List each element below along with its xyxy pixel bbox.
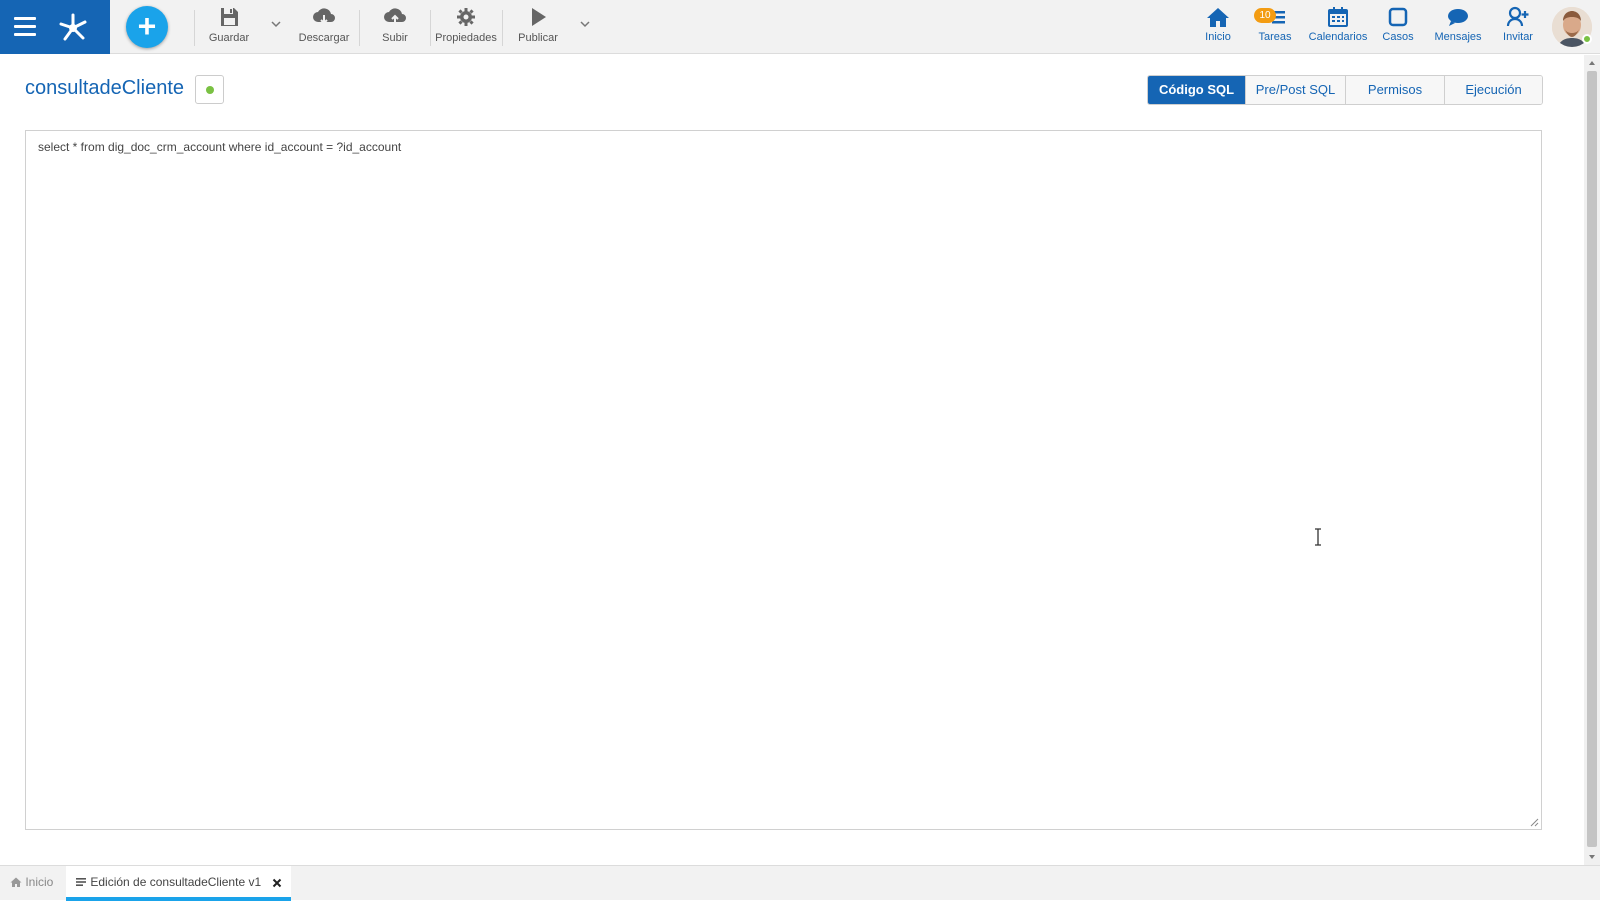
scroll-up-arrow-icon[interactable]	[1588, 59, 1596, 67]
sql-code-text[interactable]: select * from dig_doc_crm_account where …	[38, 140, 401, 154]
brand-area	[0, 0, 110, 54]
nav-invite[interactable]: Invitar	[1500, 6, 1536, 48]
chat-bubble-icon	[1448, 9, 1468, 26]
nav-messages[interactable]: Mensajes	[1432, 6, 1484, 48]
vertical-scrollbar[interactable]	[1584, 55, 1600, 865]
publish-label: Publicar	[518, 32, 558, 44]
nav-home-label: Inicio	[1205, 31, 1231, 43]
chevron-down-icon[interactable]	[579, 18, 591, 30]
toolbar-separator	[430, 10, 431, 46]
download-button[interactable]: Descargar	[298, 6, 350, 48]
home-icon	[1207, 8, 1229, 27]
toolbar-separator	[359, 10, 360, 46]
save-button[interactable]: Guardar	[206, 6, 252, 48]
publish-button[interactable]: Publicar	[516, 6, 560, 48]
resize-handle-icon[interactable]	[1529, 817, 1539, 827]
nav-tasks[interactable]: 10 Tareas	[1254, 6, 1296, 48]
editor-tabs: Código SQL Pre/Post SQL Permisos Ejecuci…	[1147, 75, 1543, 105]
nav-messages-label: Mensajes	[1434, 31, 1482, 43]
bottom-tab-home[interactable]: Inicio	[10, 866, 60, 901]
gear-icon	[457, 8, 475, 26]
online-status-dot	[1582, 34, 1592, 44]
bottom-tab-bar: Inicio Edición de consultadeCliente v1	[0, 865, 1600, 901]
toolbar-separator	[502, 10, 503, 46]
logo-icon[interactable]	[56, 10, 90, 44]
save-label: Guardar	[208, 32, 250, 44]
sql-editor[interactable]: select * from dig_doc_crm_account where …	[25, 130, 1542, 830]
form-icon	[76, 878, 86, 886]
properties-button[interactable]: Propiedades	[434, 6, 498, 48]
square-icon	[1388, 7, 1408, 27]
add-user-icon	[1506, 6, 1529, 27]
add-button[interactable]: +	[126, 6, 168, 48]
tab-execution[interactable]: Ejecución	[1444, 76, 1542, 104]
toolbar-separator	[194, 10, 195, 46]
download-label: Descargar	[298, 32, 350, 44]
page-title: consultadeCliente	[25, 77, 184, 99]
status-dot	[206, 86, 214, 94]
nav-invite-label: Invitar	[1503, 31, 1533, 43]
scrollbar-thumb[interactable]	[1587, 71, 1597, 847]
upload-button[interactable]: Subir	[376, 6, 414, 48]
cloud-upload-icon	[384, 8, 406, 24]
nav-cases[interactable]: Casos	[1380, 6, 1416, 48]
tasks-badge: 10	[1254, 8, 1276, 23]
play-icon	[532, 8, 546, 26]
text-cursor-icon	[1315, 528, 1321, 546]
upload-label: Subir	[382, 32, 408, 44]
status-indicator-button[interactable]	[195, 75, 224, 104]
nav-home[interactable]: Inicio	[1200, 6, 1236, 48]
bottom-tab-edit-query[interactable]: Edición de consultadeCliente v1	[66, 866, 291, 901]
top-bar: + Guardar Descargar Subir Propiedades Pu…	[0, 0, 1600, 54]
tab-sql-code[interactable]: Código SQL	[1148, 76, 1245, 104]
floppy-disk-icon	[221, 8, 238, 26]
nav-calendars-label: Calendarios	[1308, 31, 1368, 43]
close-icon[interactable]	[272, 878, 282, 888]
bottom-tab-home-label: Inicio	[25, 875, 54, 889]
menu-icon[interactable]	[14, 17, 36, 37]
bottom-tab-edit-query-label: Edición de consultadeCliente v1	[90, 875, 262, 889]
calendar-icon	[1328, 7, 1348, 27]
home-icon	[10, 877, 22, 887]
chevron-down-icon[interactable]	[270, 18, 282, 30]
tab-permissions[interactable]: Permisos	[1345, 76, 1444, 104]
scroll-down-arrow-icon[interactable]	[1588, 853, 1596, 861]
nav-cases-label: Casos	[1382, 31, 1414, 43]
properties-label: Propiedades	[435, 32, 497, 44]
tab-pre-post-sql[interactable]: Pre/Post SQL	[1245, 76, 1345, 104]
nav-tasks-label: Tareas	[1258, 31, 1292, 43]
nav-calendars[interactable]: Calendarios	[1307, 6, 1369, 48]
cloud-download-icon	[313, 8, 335, 25]
